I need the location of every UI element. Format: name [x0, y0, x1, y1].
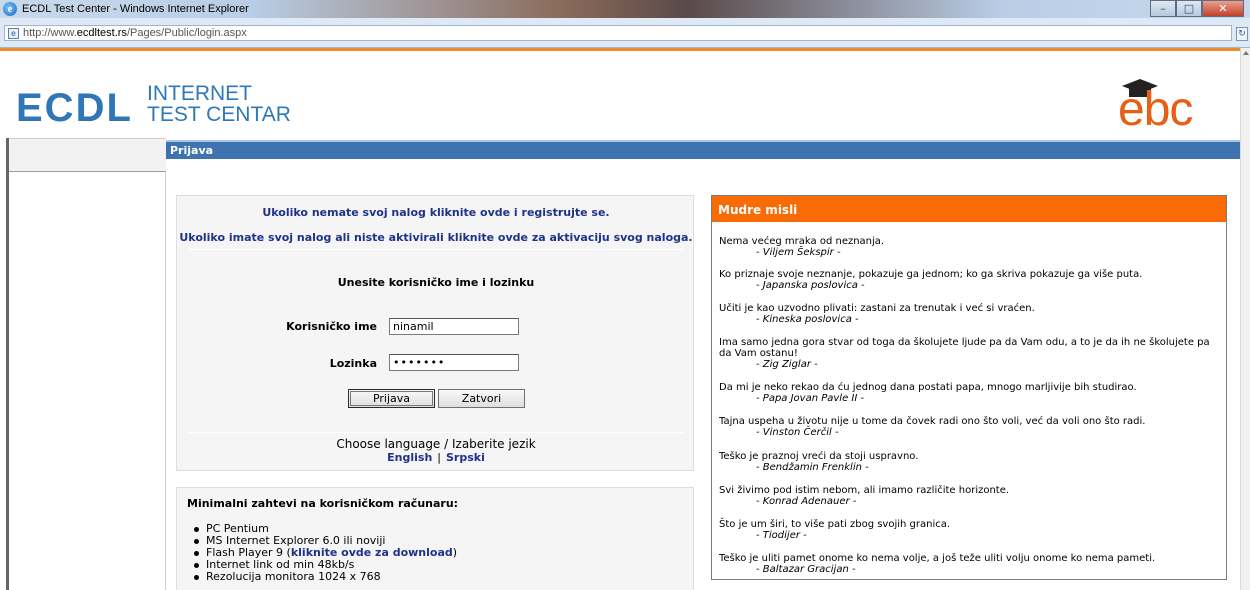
quote-text: Učiti je kao uzvodno plivati: zastani za… [719, 303, 1035, 314]
quote-item: Da mi je neko rekao da ću jednog dana po… [719, 382, 1221, 404]
page-header-bar: Prijava [166, 140, 1240, 159]
browser-title-bar: e ECDL Test Center - Windows Internet Ex… [0, 0, 1250, 18]
login-button[interactable]: Prijava [348, 389, 435, 408]
page-icon: e [8, 27, 19, 39]
quote-text: Teško je praznoj vreći da stoji uspravno… [719, 451, 919, 462]
scroll-up-arrow-icon[interactable] [1243, 51, 1249, 55]
quote-author: - Zig Ziglar - [756, 359, 818, 370]
ecdl-logo: ECDL [16, 86, 133, 130]
close-button[interactable]: Zatvori [438, 389, 525, 408]
quote-author: - Viljem Šekspir - [756, 247, 841, 258]
sidebar-header-row [9, 138, 166, 172]
internet-explorer-icon: e [3, 2, 17, 16]
divider [187, 249, 685, 250]
logo-line-1: INTERNET [147, 82, 252, 105]
login-panel: Ukoliko nemate svoj nalog kliknite ovde … [176, 195, 694, 471]
quote-author: - Japanska poslovica - [756, 280, 865, 291]
quote-text: Nema većeg mraka od neznanja. [719, 236, 885, 247]
minimize-button[interactable]: – [1150, 0, 1176, 17]
window-title: ECDL Test Center - Windows Internet Expl… [22, 3, 249, 15]
list-item: Rezolucija monitora 1024 x 768 [192, 571, 457, 583]
quote-item: Ko priznaje svoje neznanje, pokazuje ga … [719, 269, 1221, 291]
username-label: Korisničko ime [286, 320, 377, 333]
ecdl-logo-subtitle: INTERNET TEST CENTAR [147, 83, 291, 125]
quote-text: Što je um širi, to više pati zbog svojih… [719, 519, 951, 530]
requirements-list: PC Pentium MS Internet Explorer 6.0 ili … [192, 523, 457, 583]
password-input[interactable]: ••••••• [389, 354, 519, 371]
logo-line-2: TEST CENTAR [147, 103, 291, 126]
quote-text: Teško je uliti pamet onome ko nema volje… [719, 553, 1156, 564]
language-serbian-link[interactable]: Srpski [446, 451, 485, 464]
quote-item: Teško je uliti pamet onome ko nema volje… [719, 553, 1221, 575]
ebc-logo: ebc [1118, 83, 1193, 136]
close-window-button[interactable]: ✕ [1202, 0, 1244, 17]
divider [187, 432, 685, 433]
language-links: English | Srpski [177, 451, 695, 464]
page-title: Prijava [170, 144, 214, 157]
vertical-scrollbar[interactable] [1240, 48, 1250, 590]
quote-item: Što je um širi, to više pati zbog svojih… [719, 519, 1221, 541]
username-input[interactable]: ninamil [389, 318, 519, 335]
sidebar [9, 138, 166, 590]
quote-text: Ima samo jedna gora stvar od toga da ško… [719, 337, 1210, 359]
header-accent-line [0, 48, 1240, 51]
quote-item: Učiti je kao uzvodno plivati: zastani za… [719, 303, 1221, 325]
language-separator: | [437, 451, 441, 464]
activate-account-link[interactable]: Ukoliko imate svoj nalog ali niste aktiv… [177, 231, 695, 244]
quote-author: - Bendžamin Frenklin - [756, 462, 869, 473]
quote-item: Nema većeg mraka od neznanja. - Viljem Š… [719, 236, 1221, 258]
compatibility-view-icon[interactable]: ↻ [1236, 27, 1248, 41]
login-heading: Unesite korisničko ime i lozinku [337, 276, 535, 289]
quote-text: Tajna uspeha u životu nije u tome da čov… [719, 416, 1146, 427]
quote-item: Ima samo jedna gora stvar od toga da ško… [719, 337, 1221, 370]
quotes-panel: Mudre misli Nema većeg mraka od neznanja… [711, 195, 1227, 580]
requirements-panel: Minimalni zahtevi na korisničkom računar… [176, 487, 694, 590]
quotes-title: Mudre misli [718, 203, 798, 217]
language-label: Choose language / Izaberite jezik [336, 437, 536, 451]
requirements-title: Minimalni zahtevi na korisničkom računar… [187, 497, 459, 510]
quote-author: - Tiodijer - [756, 530, 807, 541]
address-bar: e http://www.ecdltest.rs/Pages/Public/lo… [0, 18, 1250, 48]
quote-author: - Kineska poslovica - [756, 314, 859, 325]
quote-text: Da mi je neko rekao da ću jednog dana po… [719, 382, 1137, 393]
quote-item: Teško je praznoj vreći da stoji uspravno… [719, 451, 1221, 473]
quote-text: Ko priznaje svoje neznanje, pokazuje ga … [719, 269, 1143, 280]
flash-suffix: ) [452, 546, 458, 559]
quotes-header: Mudre misli [712, 196, 1226, 222]
url-field[interactable]: e http://www.ecdltest.rs/Pages/Public/lo… [4, 25, 1232, 41]
url-text: http://www.ecdltest.rs/Pages/Public/logi… [23, 27, 247, 39]
quote-text: Svi živimo pod istim nebom, ali imamo ra… [719, 485, 1010, 496]
maximize-button[interactable]: □ [1176, 0, 1202, 17]
quote-item: Tajna uspeha u životu nije u tome da čov… [719, 416, 1221, 438]
quote-item: Svi živimo pod istim nebom, ali imamo ra… [719, 485, 1221, 507]
register-link[interactable]: Ukoliko nemate svoj nalog kliknite ovde … [177, 206, 695, 219]
password-label: Lozinka [329, 357, 377, 370]
quote-author: - Baltazar Gracijan - [756, 564, 856, 575]
quote-author: - Papa Jovan Pavle II - [756, 393, 865, 404]
language-english-link[interactable]: English [387, 451, 432, 464]
quote-author: - Vinston Čerčil - [756, 427, 839, 438]
quote-author: - Konrad Adenauer - [756, 496, 857, 507]
